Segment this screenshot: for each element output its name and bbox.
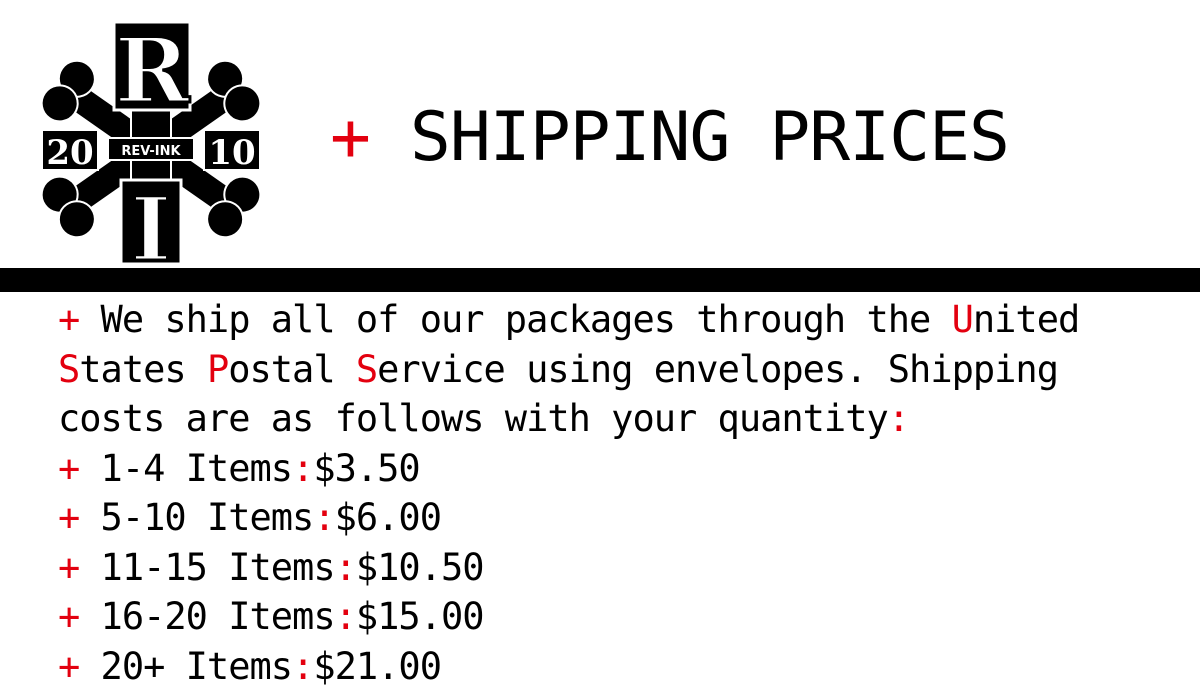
title-plus: + xyxy=(330,98,371,177)
initial-p: P xyxy=(206,347,229,391)
intro-line-2: States Postal Service using envelopes. S… xyxy=(58,345,1168,395)
svg-text:I: I xyxy=(130,177,171,274)
initial-s: S xyxy=(355,347,378,391)
colon: : xyxy=(292,644,314,688)
svg-text:10: 10 xyxy=(208,133,255,173)
bullet-plus: + xyxy=(58,644,80,688)
intro-line-3: costs are as follows with your quantity: xyxy=(58,394,1168,444)
initial-s: S xyxy=(58,347,80,391)
bullet-plus: + xyxy=(58,545,80,589)
quantity-range: 16-20 Items xyxy=(79,595,336,638)
price-row: + 1-4 Items:$3.50 xyxy=(58,444,1168,494)
svg-text:R: R xyxy=(115,18,191,124)
colon: : xyxy=(887,397,910,440)
quantity-range: 11-15 Items xyxy=(79,545,336,589)
svg-text:20: 20 xyxy=(46,133,93,173)
price-value: $6.00 xyxy=(334,496,442,539)
logo-year-right: 10 xyxy=(203,129,261,173)
price-value: $21.00 xyxy=(313,644,442,688)
quantity-range: 20+ Items xyxy=(79,644,293,688)
colon: : xyxy=(334,545,357,589)
page-title: + SHIPPING PRICES xyxy=(330,98,1010,178)
price-row: + 20+ Items:$21.00 xyxy=(58,642,1168,692)
intro-text: tates xyxy=(79,347,207,391)
price-value: $15.00 xyxy=(355,595,485,638)
logo-letter-r: R xyxy=(112,17,192,126)
bullet-plus: + xyxy=(58,446,80,490)
colon: : xyxy=(334,595,357,638)
bullet-plus: + xyxy=(58,595,80,638)
logo-letter-i: I xyxy=(119,176,183,274)
logo-year-left: 20 xyxy=(41,129,99,173)
price-value: $3.50 xyxy=(313,446,420,490)
price-row: + 11-15 Items:$10.50 xyxy=(58,543,1168,593)
price-value: $10.50 xyxy=(355,545,485,589)
svg-text:REV-INK: REV-INK xyxy=(121,144,181,159)
logo-banner: REV-INK xyxy=(107,137,195,161)
bullet-plus: + xyxy=(58,298,80,341)
intro-text: We ship all of our packages through the xyxy=(79,298,952,341)
rev-ink-logo: R I 20 10 REV-INK xyxy=(40,17,262,274)
colon: : xyxy=(292,446,314,490)
initial-u: U xyxy=(951,298,974,341)
quantity-range: 1-4 Items xyxy=(79,446,293,490)
quantity-range: 5-10 Items xyxy=(79,496,315,539)
intro-text: ervice using envelopes. Shipping xyxy=(377,347,1059,391)
intro-line-1: + We ship all of our packages through th… xyxy=(58,295,1168,345)
intro-text: ostal xyxy=(228,347,356,391)
intro-text: nited xyxy=(972,298,1080,341)
shipping-info: + We ship all of our packages through th… xyxy=(58,295,1168,691)
price-row: + 5-10 Items:$6.00 xyxy=(58,493,1168,543)
intro-text: costs are as follows with your quantity xyxy=(58,397,889,440)
title-text: SHIPPING PRICES xyxy=(409,98,1010,177)
bullet-plus: + xyxy=(58,496,80,539)
price-row: + 16-20 Items:$15.00 xyxy=(58,592,1168,642)
divider-bar xyxy=(0,268,1200,292)
colon: : xyxy=(313,496,335,539)
